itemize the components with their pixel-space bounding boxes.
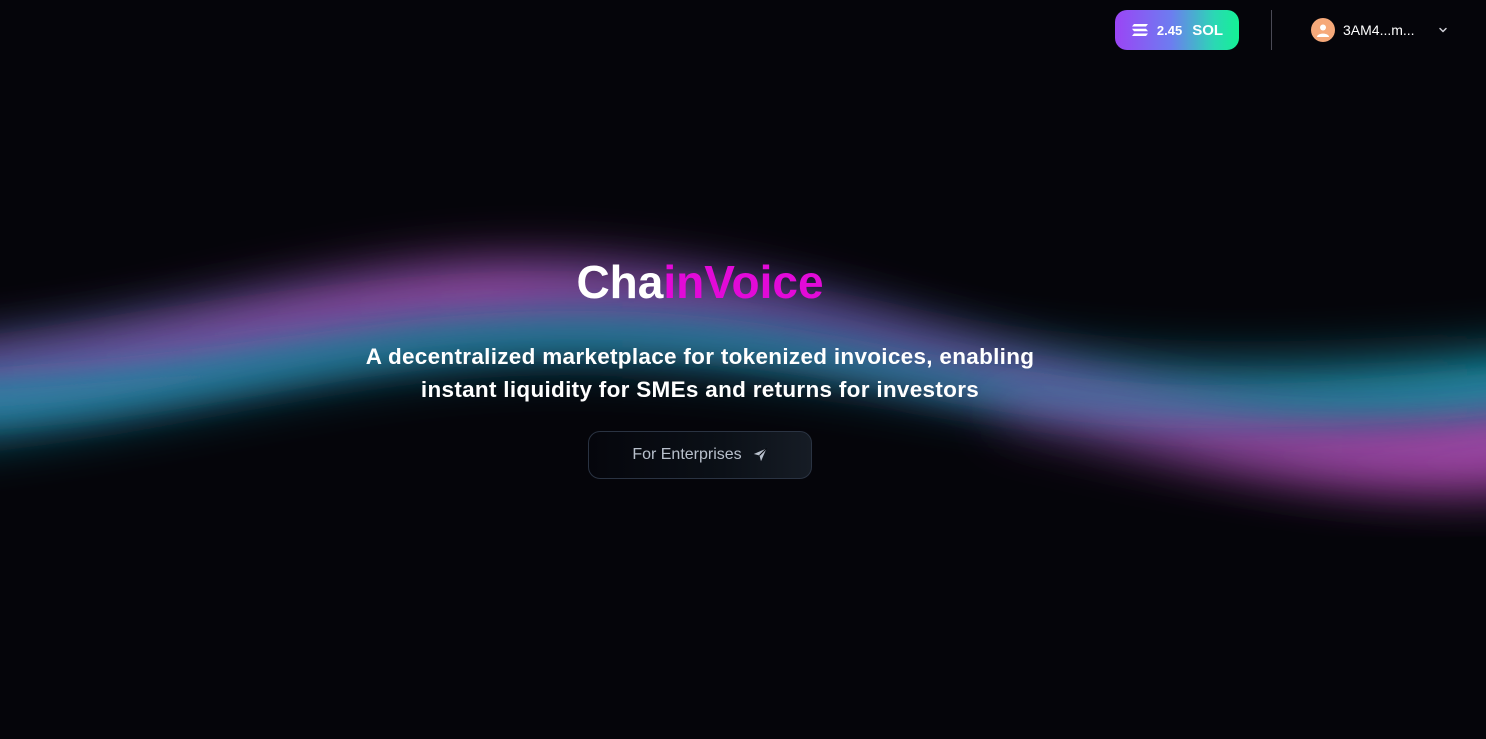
title-part-1: Cha: [576, 256, 664, 308]
for-enterprises-label: For Enterprises: [632, 446, 742, 463]
wallet-account-menu[interactable]: 3AM4...m...: [1311, 18, 1461, 42]
header-divider: [1271, 10, 1272, 50]
sol-balance-unit: SOL: [1192, 21, 1224, 39]
top-bar: 2.45 SOL 3AM4...m...: [1086, 10, 1486, 50]
user-icon: [1317, 24, 1329, 37]
sol-balance-amount: 2.45: [1156, 22, 1183, 38]
landing-page: 2.45 SOL 3AM4...m... ChainVoice A decent…: [0, 0, 1486, 739]
tagline-line-1: A decentralized marketplace for tokenize…: [365, 344, 1035, 369]
send-icon: [753, 448, 767, 462]
sol-balance-button[interactable]: 2.45 SOL: [1115, 10, 1239, 50]
hero-section: ChainVoice A decentralized marketplace f…: [0, 250, 1400, 406]
avatar: [1311, 18, 1335, 42]
hero-tagline: A decentralized marketplace for tokenize…: [320, 340, 1080, 406]
page-title: ChainVoice: [0, 250, 1400, 314]
solana-icon: [1131, 24, 1148, 36]
wallet-address: 3AM4...m...: [1343, 22, 1415, 38]
tagline-line-2: instant liquidity for SMEs and returns f…: [420, 377, 980, 402]
chevron-down-icon[interactable]: [1437, 24, 1449, 36]
for-enterprises-button[interactable]: For Enterprises: [588, 431, 812, 479]
title-part-2: inVoice: [663, 256, 824, 308]
